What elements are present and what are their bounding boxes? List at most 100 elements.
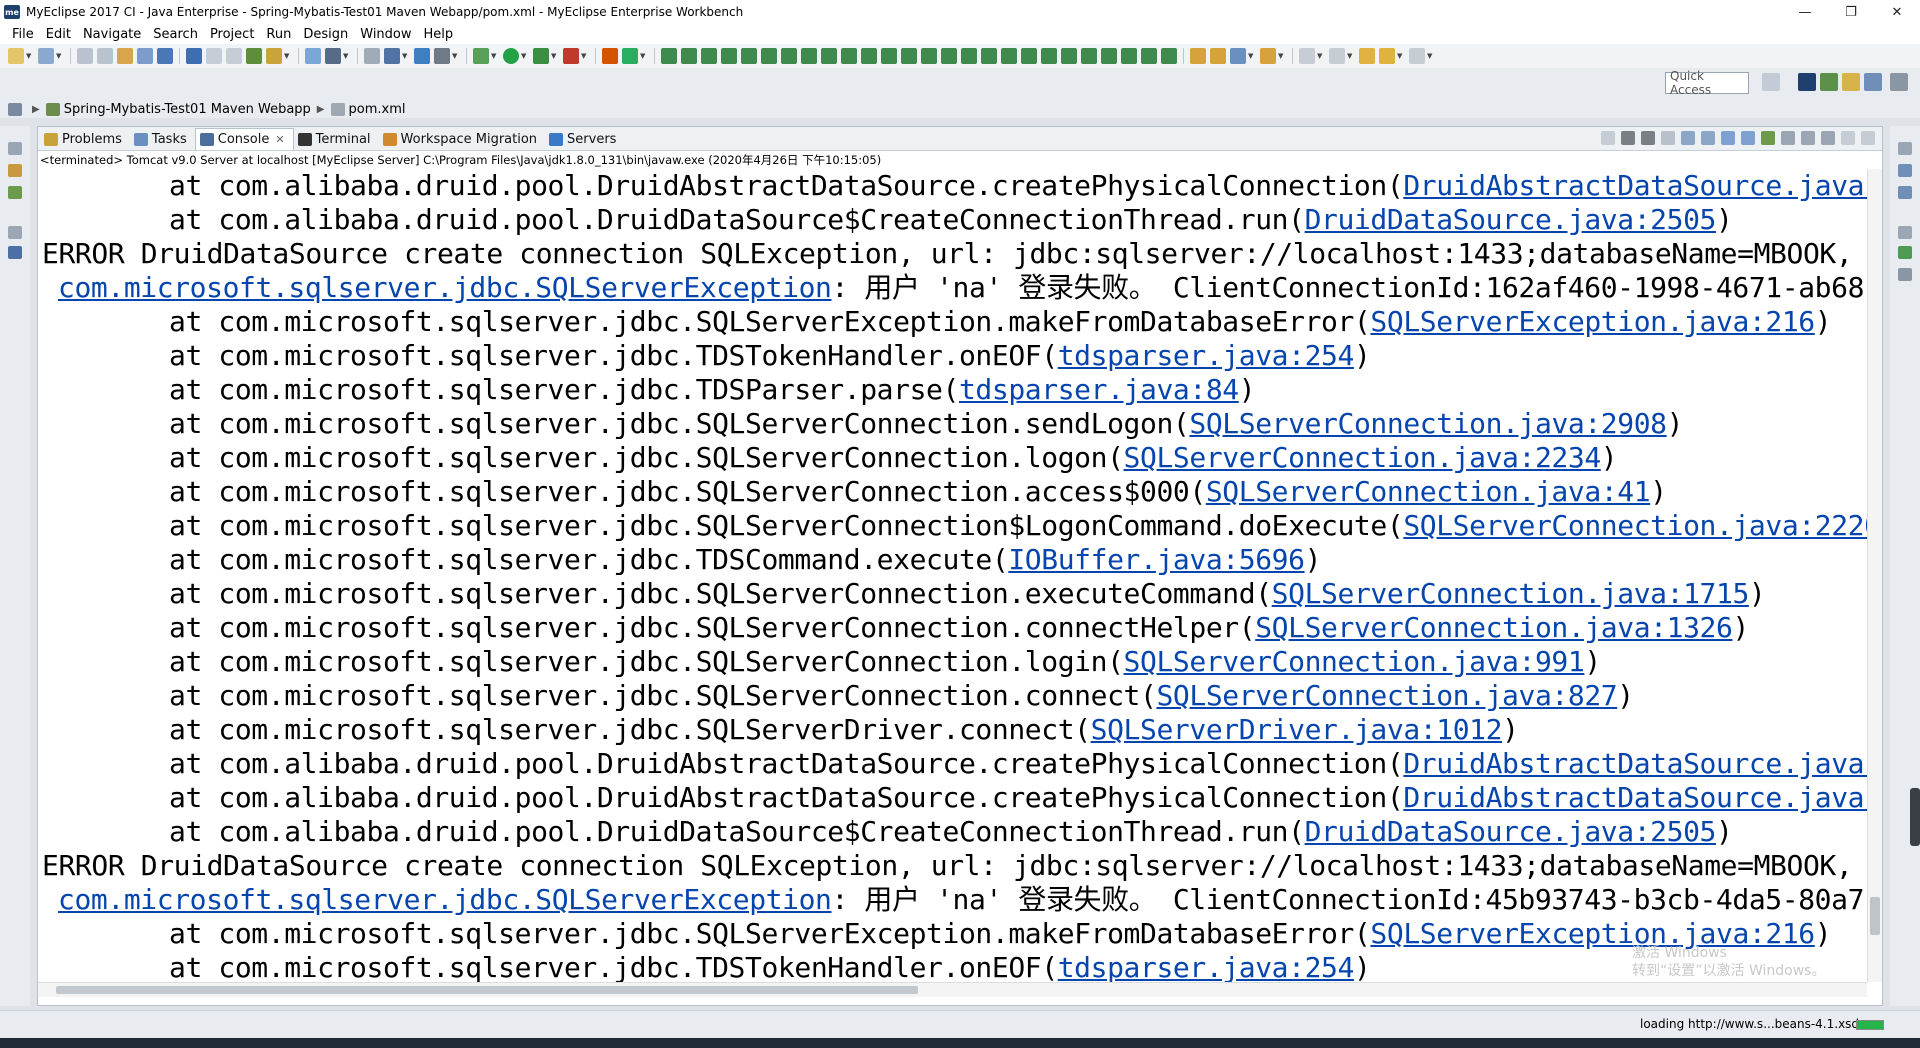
chevron-down-icon[interactable]: ▼ — [1397, 52, 1404, 60]
chevron-down-icon[interactable]: ▼ — [26, 52, 33, 60]
project-explorer-icon[interactable] — [8, 102, 22, 116]
stack-trace-link[interactable]: DruidAbstractDataSource.java:16 — [1403, 169, 1867, 202]
db-icon[interactable] — [861, 48, 877, 64]
image-preview-icon[interactable] — [8, 246, 22, 259]
chevron-down-icon[interactable]: ▼ — [1347, 52, 1354, 60]
console-output[interactable]: at com.alibaba.druid.pool.DruidAbstractD… — [38, 169, 1867, 982]
vertical-scroll-thumb[interactable] — [1870, 897, 1880, 935]
menu-window[interactable]: Window — [354, 27, 417, 42]
bug-icon[interactable] — [473, 48, 489, 64]
debug-perspective-switch-icon[interactable] — [1820, 73, 1838, 91]
stack-trace-link[interactable]: tdsparser.java:254 — [1058, 951, 1355, 982]
menu-project[interactable]: Project — [204, 27, 260, 42]
word-wrap-icon[interactable] — [1701, 131, 1715, 145]
db-icon[interactable] — [681, 48, 697, 64]
horizontal-scrollbar[interactable] — [38, 982, 1867, 997]
side-handle[interactable] — [1910, 788, 1920, 846]
palette-icon[interactable] — [1898, 186, 1912, 199]
pen-icon[interactable] — [1230, 48, 1246, 64]
restore-icon[interactable] — [8, 142, 22, 155]
tab-problems[interactable]: Problems — [40, 128, 130, 150]
forward-icon[interactable] — [1409, 48, 1425, 64]
open-folder-icon[interactable] — [1210, 48, 1226, 64]
folder-icon[interactable] — [1190, 48, 1206, 64]
progress-indicator[interactable] — [1856, 1020, 1884, 1030]
db-icon[interactable] — [941, 48, 957, 64]
tab-servers[interactable]: Servers — [545, 128, 624, 150]
stack-trace-link[interactable]: SQLServerConnection.java:41 — [1206, 475, 1651, 508]
tab-console[interactable]: Console ✕ — [194, 128, 294, 150]
maximize-button[interactable]: ❐ — [1828, 0, 1874, 24]
myeclipse-perspective-icon[interactable] — [1798, 73, 1816, 91]
scroll-lock-icon[interactable] — [1681, 131, 1695, 145]
db-icon[interactable] — [1041, 48, 1057, 64]
globe-icon[interactable] — [414, 48, 430, 64]
stack-trace-link[interactable]: SQLServerConnection.java:1715 — [1272, 577, 1750, 610]
layout-icon[interactable] — [305, 48, 321, 64]
restore-icon[interactable] — [1898, 142, 1912, 155]
chevron-down-icon[interactable]: ▼ — [1317, 52, 1324, 60]
db-icon[interactable] — [721, 48, 737, 64]
outline-icon[interactable] — [1898, 164, 1912, 177]
remove-all-icon[interactable] — [1641, 131, 1655, 145]
stack-trace-link[interactable]: DruidDataSource.java:2505 — [1305, 815, 1717, 848]
menu-navigate[interactable]: Navigate — [77, 27, 147, 42]
chevron-down-icon[interactable]: ▼ — [284, 52, 291, 60]
view-menu-icon[interactable] — [1821, 131, 1835, 145]
next-annotation-icon[interactable] — [1299, 48, 1315, 64]
build-icon[interactable] — [117, 48, 133, 64]
back-icon[interactable] — [1379, 48, 1395, 64]
console-view-icon[interactable] — [157, 48, 173, 64]
close-icon[interactable]: ✕ — [275, 133, 284, 146]
menu-run[interactable]: Run — [260, 27, 297, 42]
last-edit-icon[interactable] — [1359, 48, 1375, 64]
snippets-icon[interactable] — [1898, 268, 1912, 281]
db-icon[interactable] — [881, 48, 897, 64]
tab-tasks[interactable]: Tasks — [130, 128, 195, 150]
stack-trace-link[interactable]: tdsparser.java:84 — [959, 373, 1239, 406]
close-button[interactable]: ✕ — [1874, 0, 1920, 24]
db-icon[interactable] — [901, 48, 917, 64]
db-icon[interactable] — [1061, 48, 1077, 64]
menu-search[interactable]: Search — [147, 27, 204, 42]
db-icon[interactable] — [741, 48, 757, 64]
db-icon[interactable] — [981, 48, 997, 64]
stack-trace-link[interactable]: SQLServerException.java:216 — [1370, 305, 1815, 338]
show-on-output-icon[interactable] — [1721, 131, 1735, 145]
coverage-icon[interactable] — [533, 48, 549, 64]
stack-trace-link[interactable]: SQLServerConnection.java:827 — [1156, 679, 1617, 712]
stack-trace-link[interactable]: SQLServerConnection.java:991 — [1124, 645, 1585, 678]
stack-trace-link[interactable]: DruidAbstractDataSource.java:16 — [1403, 781, 1867, 814]
horizontal-scroll-thumb[interactable] — [56, 986, 918, 994]
chevron-down-icon[interactable]: ▼ — [491, 52, 498, 60]
run-icon[interactable] — [503, 48, 519, 64]
package-explorer-icon[interactable] — [8, 164, 22, 177]
stack-trace-link[interactable]: SQLServerConnection.java:2908 — [1189, 407, 1667, 440]
minimize-button[interactable]: — — [1782, 0, 1828, 24]
stack-trace-link[interactable]: SQLServerDriver.java:1012 — [1091, 713, 1503, 746]
clear-console-icon[interactable] — [1661, 131, 1675, 145]
open-console-icon[interactable] — [1801, 131, 1815, 145]
save-icon[interactable] — [77, 48, 93, 64]
open-perspective-icon[interactable] — [1762, 73, 1780, 91]
chevron-down-icon[interactable]: ▼ — [1248, 52, 1255, 60]
stack-trace-link[interactable]: SQLServerConnection.java:1326 — [1255, 611, 1733, 644]
breadcrumb-file[interactable]: pom.xml — [349, 102, 406, 117]
menu-help[interactable]: Help — [418, 27, 460, 42]
deploy-icon[interactable] — [246, 48, 262, 64]
stack-trace-link[interactable]: SQLServerConnection.java:2220 — [1403, 509, 1867, 542]
db-icon[interactable] — [821, 48, 837, 64]
chevron-down-icon[interactable]: ▼ — [56, 52, 63, 60]
menu-file[interactable]: File — [6, 27, 40, 42]
db-icon[interactable] — [1081, 48, 1097, 64]
external-tools-icon[interactable] — [563, 48, 579, 64]
chevron-down-icon[interactable]: ▼ — [581, 52, 588, 60]
show-on-error-icon[interactable] — [1741, 131, 1755, 145]
db-icon[interactable] — [761, 48, 777, 64]
properties-icon[interactable] — [1898, 246, 1912, 259]
redo-icon[interactable] — [226, 48, 242, 64]
debug-perspective-icon[interactable] — [186, 48, 202, 64]
new-project-icon[interactable] — [38, 48, 54, 64]
vertical-scrollbar[interactable] — [1867, 169, 1882, 982]
stack-trace-link[interactable]: tdsparser.java:254 — [1058, 339, 1355, 372]
